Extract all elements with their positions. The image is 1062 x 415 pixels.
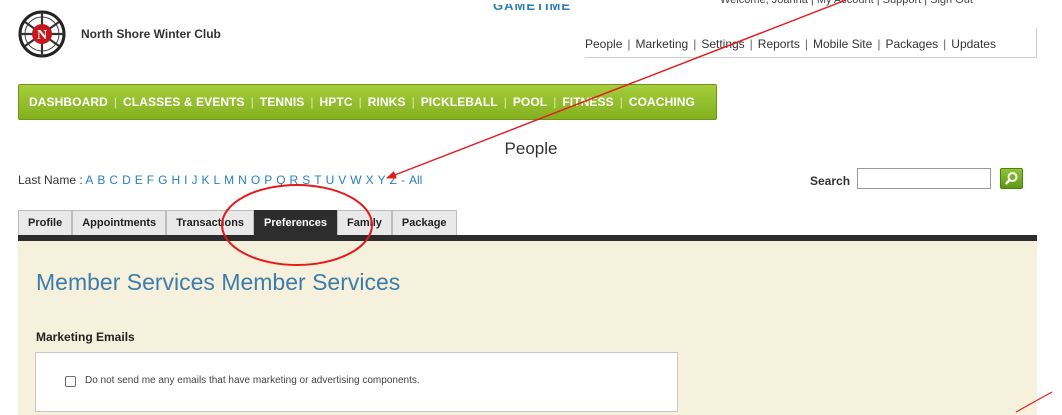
main-nav: DASHBOARD | CLASSES & EVENTS | TENNIS | HPT…: [18, 84, 717, 120]
admin-nav-settings[interactable]: Settings: [701, 37, 744, 51]
alpha-all[interactable]: All: [409, 173, 422, 187]
search-icon: [1005, 172, 1018, 185]
marketing-opt-out-label[interactable]: Do not send me any emails that have mark…: [85, 375, 420, 386]
profile-tabs: Profile Appointments Transactions Prefer…: [18, 210, 457, 235]
account-links[interactable]: Welcome, Joanna | My Account | Support |…: [720, 0, 973, 6]
alpha-letter-q[interactable]: Q: [276, 173, 285, 187]
nav-tennis[interactable]: TENNIS: [260, 95, 305, 109]
tab-profile[interactable]: Profile: [18, 210, 73, 235]
admin-nav-mobile-site[interactable]: Mobile Site: [813, 37, 872, 51]
admin-nav: People | Marketing | Settings | Reports | Mobile…: [585, 28, 1037, 58]
alpha-letter-t[interactable]: T: [314, 173, 321, 187]
alpha-letter-e[interactable]: E: [135, 173, 143, 187]
search-button[interactable]: [1000, 168, 1023, 189]
alpha-letter-w[interactable]: W: [350, 173, 361, 187]
alpha-letter-a[interactable]: A: [85, 173, 93, 187]
alpha-letter-z[interactable]: Z: [390, 173, 397, 187]
alpha-letter-v[interactable]: V: [338, 173, 346, 187]
club-logo[interactable]: N: [18, 10, 66, 58]
section-title: Member Services Member Services: [36, 269, 401, 295]
nav-classes-events[interactable]: CLASSES & EVENTS: [123, 95, 245, 109]
alpha-letter-u[interactable]: U: [326, 173, 335, 187]
alpha-letter-n[interactable]: N: [238, 173, 247, 187]
alpha-letter-p[interactable]: P: [264, 173, 272, 187]
preferences-panel: Member Services Member Services Marketin…: [18, 241, 1037, 415]
nav-pickleball[interactable]: PICKLEBALL: [421, 95, 498, 109]
last-name-filter: Last Name : ABCDEFGHIJKLMNOPQRSTUVWXYZ-A…: [18, 173, 422, 187]
alpha-letter-l[interactable]: L: [213, 173, 220, 187]
admin-nav-people[interactable]: People: [585, 37, 622, 51]
alpha-letter-b[interactable]: B: [97, 173, 105, 187]
alpha-letter-f[interactable]: F: [147, 173, 154, 187]
alpha-letter-m[interactable]: M: [224, 173, 234, 187]
nav-rinks[interactable]: RINKS: [368, 95, 406, 109]
alpha-dash: -: [400, 173, 405, 187]
alpha-letter-o[interactable]: O: [251, 173, 260, 187]
tab-family[interactable]: Family: [337, 210, 392, 235]
alpha-letter-i[interactable]: I: [184, 173, 187, 187]
admin-nav-packages[interactable]: Packages: [885, 37, 938, 51]
nav-fitness[interactable]: FITNESS: [562, 95, 613, 109]
brand-logo-text: GAMETIME: [493, 4, 572, 12]
alpha-letter-g[interactable]: G: [158, 173, 167, 187]
alpha-letter-x[interactable]: X: [366, 173, 374, 187]
nav-hptc[interactable]: HPTC: [320, 95, 353, 109]
tab-appointments[interactable]: Appointments: [72, 210, 167, 235]
alpha-letter-d[interactable]: D: [122, 173, 131, 187]
svg-text:N: N: [37, 28, 47, 43]
alpha-letter-k[interactable]: K: [201, 173, 209, 187]
search-label: Search: [810, 174, 851, 188]
alpha-letter-r[interactable]: R: [290, 173, 299, 187]
alpha-letter-h[interactable]: H: [171, 173, 180, 187]
nav-dashboard[interactable]: DASHBOARD: [29, 95, 108, 109]
admin-nav-updates[interactable]: Updates: [951, 37, 996, 51]
page-title: People: [504, 139, 558, 158]
alpha-letter-j[interactable]: J: [191, 173, 197, 187]
marketing-emails-heading: Marketing Emails: [36, 330, 135, 344]
club-name: North Shore Winter Club: [81, 27, 221, 41]
tab-package[interactable]: Package: [391, 210, 457, 235]
last-name-label: Last Name :: [18, 173, 83, 187]
alpha-letter-y[interactable]: Y: [378, 173, 386, 187]
marketing-options-box: Do not send me any emails that have mark…: [35, 352, 678, 412]
admin-nav-marketing[interactable]: Marketing: [636, 37, 689, 51]
search-input[interactable]: [857, 168, 991, 189]
alpha-letter-c[interactable]: C: [109, 173, 118, 187]
nav-coaching[interactable]: COACHING: [629, 95, 695, 109]
admin-nav-reports[interactable]: Reports: [758, 37, 800, 51]
tab-preferences[interactable]: Preferences: [254, 210, 338, 235]
alpha-letter-s[interactable]: S: [302, 173, 310, 187]
marketing-opt-out-checkbox[interactable]: [65, 376, 76, 387]
nav-pool[interactable]: POOL: [513, 95, 547, 109]
tab-transactions[interactable]: Transactions: [166, 210, 255, 235]
